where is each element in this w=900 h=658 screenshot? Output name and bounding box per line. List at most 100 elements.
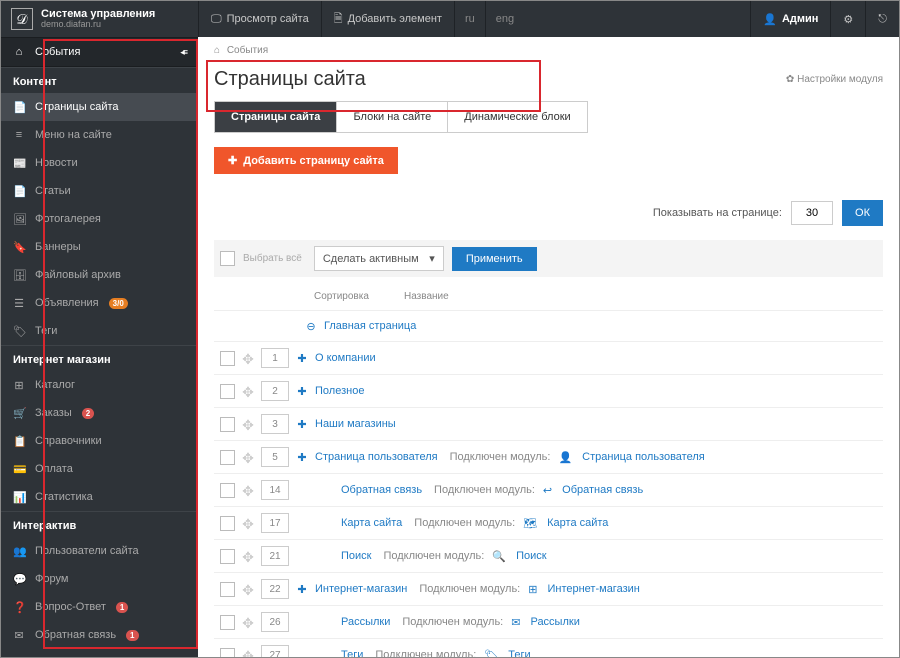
lang-ru[interactable]: ru bbox=[454, 1, 485, 37]
row-checkbox[interactable] bbox=[220, 351, 235, 366]
module-link[interactable]: Поиск bbox=[516, 550, 546, 562]
page-link[interactable]: Теги bbox=[341, 649, 363, 657]
tab[interactable]: Динамические блоки bbox=[448, 102, 586, 132]
module-settings-link[interactable]: Настройки модуля bbox=[786, 74, 883, 85]
page-link[interactable]: Обратная связь bbox=[341, 484, 422, 496]
order-input[interactable]: 3 bbox=[261, 414, 289, 434]
lang-eng[interactable]: eng bbox=[485, 1, 524, 37]
drag-handle[interactable]: ✥ bbox=[241, 549, 255, 563]
order-input[interactable]: 2 bbox=[261, 381, 289, 401]
apply-button[interactable]: Применить bbox=[452, 247, 537, 271]
breadcrumb-text[interactable]: События bbox=[227, 45, 268, 56]
page-link[interactable]: Страница пользователя bbox=[315, 451, 438, 463]
drag-handle[interactable]: ✥ bbox=[241, 582, 255, 596]
sidebar-item-label: Статистика bbox=[35, 491, 93, 503]
sidebar-item[interactable]: ✉ Обратная связь 1 bbox=[1, 621, 198, 649]
page-link[interactable]: Рассылки bbox=[341, 616, 390, 628]
view-site-button[interactable]: 🖵 Просмотр сайта bbox=[198, 1, 321, 37]
drag-handle[interactable]: ✥ bbox=[241, 516, 255, 530]
sidebar-item[interactable]: ☰ Объявления 3/0 bbox=[1, 289, 198, 317]
order-input[interactable]: 22 bbox=[261, 579, 289, 599]
logout-button[interactable]: ⎋ bbox=[865, 1, 899, 37]
page-link[interactable]: Наши магазины bbox=[315, 418, 396, 430]
bulk-action-select[interactable]: Сделать активным▾ bbox=[314, 246, 444, 271]
sidebar-item[interactable]: 👥 Пользователи сайта bbox=[1, 537, 198, 565]
module-link[interactable]: Теги bbox=[508, 649, 530, 657]
order-input[interactable]: 27 bbox=[261, 645, 289, 657]
order-input[interactable]: 17 bbox=[261, 513, 289, 533]
sidebar-item[interactable]: 🛒 Заказы 2 bbox=[1, 399, 198, 427]
logo[interactable]: 𝒟 Система управления demo.diafan.ru bbox=[1, 8, 198, 30]
drag-handle[interactable]: ✥ bbox=[241, 615, 255, 629]
col-name[interactable]: Название bbox=[404, 291, 449, 302]
expand-icon[interactable]: ✚ bbox=[295, 418, 309, 431]
sidebar-item[interactable]: 🗄 Файловый архив bbox=[1, 261, 198, 289]
module-link[interactable]: Карта сайта bbox=[547, 517, 608, 529]
sidebar-item-icon: ✉ bbox=[13, 629, 25, 642]
row-checkbox[interactable] bbox=[220, 417, 235, 432]
add-element-button[interactable]: 🗎 Добавить элемент bbox=[321, 1, 454, 37]
per-page-input[interactable] bbox=[791, 201, 833, 225]
row-checkbox[interactable] bbox=[220, 549, 235, 564]
settings-gear[interactable]: ⚙ bbox=[830, 1, 865, 37]
row-checkbox[interactable] bbox=[220, 615, 235, 630]
page-link[interactable]: Полезное bbox=[315, 385, 364, 397]
sidebar-item[interactable]: 📋 Справочники bbox=[1, 427, 198, 455]
sidebar-item[interactable]: ≡ Меню на сайте bbox=[1, 121, 198, 149]
page-link[interactable]: О компании bbox=[315, 352, 376, 364]
sidebar-item[interactable]: 💬 Форум bbox=[1, 565, 198, 593]
tab[interactable]: Блоки на сайте bbox=[337, 102, 448, 132]
sidebar-item[interactable]: 📊 Статистика bbox=[1, 483, 198, 511]
per-page-ok[interactable]: ОК bbox=[842, 200, 883, 226]
sidebar-events[interactable]: ⌂ События ◂≡ bbox=[1, 37, 198, 67]
sidebar-item[interactable]: ❓ Вопрос-Ответ 1 bbox=[1, 593, 198, 621]
gear-icon: ⚙ bbox=[843, 13, 853, 26]
order-input[interactable]: 14 bbox=[261, 480, 289, 500]
row-checkbox[interactable] bbox=[220, 582, 235, 597]
col-sort[interactable]: Сортировка bbox=[314, 291, 374, 302]
expand-icon[interactable]: ⊖ bbox=[304, 320, 318, 333]
row-checkbox[interactable] bbox=[220, 384, 235, 399]
sidebar-item[interactable]: 📄 Статьи bbox=[1, 177, 198, 205]
module-link[interactable]: Рассылки bbox=[530, 616, 579, 628]
sidebar-item[interactable]: 🔖 Баннеры bbox=[1, 233, 198, 261]
row-checkbox[interactable] bbox=[220, 516, 235, 531]
tab[interactable]: Страницы сайта bbox=[215, 102, 337, 132]
module-link[interactable]: Обратная связь bbox=[562, 484, 643, 496]
drag-handle[interactable]: ✥ bbox=[241, 384, 255, 398]
row-checkbox[interactable] bbox=[220, 648, 235, 658]
sidebar-item[interactable]: 📰 Новости bbox=[1, 149, 198, 177]
admin-menu[interactable]: 👤 Админ bbox=[750, 1, 830, 37]
order-input[interactable]: 26 bbox=[261, 612, 289, 632]
row-checkbox[interactable] bbox=[220, 450, 235, 465]
sidebar-item[interactable]: ⊞ Каталог bbox=[1, 371, 198, 399]
expand-icon[interactable]: ✚ bbox=[295, 583, 309, 596]
order-input[interactable]: 5 bbox=[261, 447, 289, 467]
row-checkbox[interactable] bbox=[220, 483, 235, 498]
home-icon[interactable]: ⌂ bbox=[214, 45, 220, 56]
sidebar-item[interactable]: 🖼 Фотогалерея bbox=[1, 205, 198, 233]
sidebar-item[interactable]: 💳 Оплата bbox=[1, 455, 198, 483]
add-page-button[interactable]: ✚ Добавить страницу сайта bbox=[214, 147, 398, 174]
module-link[interactable]: Страница пользователя bbox=[582, 451, 705, 463]
select-all-checkbox[interactable] bbox=[220, 251, 235, 266]
drag-handle[interactable]: ✥ bbox=[241, 483, 255, 497]
drag-handle[interactable]: ✥ bbox=[241, 648, 255, 657]
page-link[interactable]: Карта сайта bbox=[341, 517, 402, 529]
expand-icon[interactable]: ✚ bbox=[295, 451, 309, 464]
sidebar-item[interactable]: 📄 Страницы сайта bbox=[1, 93, 198, 121]
order-input[interactable]: 21 bbox=[261, 546, 289, 566]
order-input[interactable]: 1 bbox=[261, 348, 289, 368]
page-link[interactable]: Главная страница bbox=[324, 320, 416, 332]
drag-handle[interactable]: ✥ bbox=[241, 417, 255, 431]
drag-handle[interactable]: ✥ bbox=[241, 351, 255, 365]
page-link[interactable]: Поиск bbox=[341, 550, 371, 562]
expand-icon[interactable]: ✚ bbox=[295, 385, 309, 398]
sidebar-item-label: Обратная связь bbox=[35, 629, 116, 641]
drag-handle[interactable]: ✥ bbox=[241, 450, 255, 464]
expand-icon[interactable]: ✚ bbox=[295, 352, 309, 365]
module-link[interactable]: Интернет-магазин bbox=[547, 583, 639, 595]
page-link[interactable]: Интернет-магазин bbox=[315, 583, 407, 595]
sidebar-item-icon: 💬 bbox=[13, 573, 25, 586]
sidebar-item[interactable]: 🏷 Теги bbox=[1, 317, 198, 345]
